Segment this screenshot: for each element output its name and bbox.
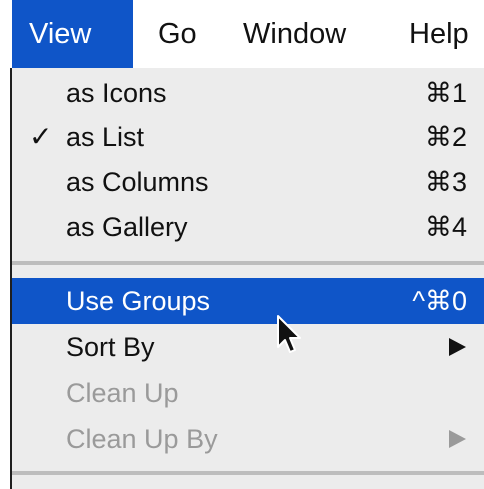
menu-item-shortcut: ^⌘0 — [412, 286, 467, 316]
menu-item-label: Sort By — [66, 332, 155, 362]
menu-separator — [12, 261, 484, 265]
menu-item-sort-by[interactable]: Sort By — [12, 324, 484, 370]
menu-item-shortcut: ⌘1 — [424, 78, 467, 108]
menu-item-as-columns[interactable]: as Columns ⌘3 — [12, 159, 484, 205]
menu-item-label: Clean Up By — [66, 424, 218, 454]
menubar-item-view[interactable]: View — [12, 0, 133, 68]
menu-separator — [12, 471, 484, 475]
menu-item-label: as Gallery — [66, 212, 188, 242]
menu-item-use-groups[interactable]: Use Groups ^⌘0 — [12, 278, 484, 324]
menubar-item-help[interactable]: Help — [409, 0, 469, 68]
arrow-cursor-icon — [277, 315, 301, 353]
triangle-right-icon — [449, 430, 466, 448]
menu-item-label: as Columns — [66, 167, 209, 197]
menubar-item-window[interactable]: Window — [243, 0, 346, 68]
menu-item-shortcut: ⌘3 — [424, 167, 467, 197]
menu-item-label: Clean Up — [66, 378, 179, 408]
menu-item-as-gallery[interactable]: as Gallery ⌘4 — [12, 204, 484, 250]
screen: View Go Window Help as Icons ⌘1 ✓ as Lis… — [0, 0, 484, 489]
menu-item-as-icons[interactable]: as Icons ⌘1 — [12, 70, 484, 116]
menu-item-label: as Icons — [66, 78, 167, 108]
menu-item-clean-up-by: Clean Up By — [12, 416, 484, 462]
menu-item-shortcut: ⌘4 — [424, 212, 467, 242]
menu-item-label: as List — [66, 122, 145, 152]
menubar-item-go[interactable]: Go — [158, 0, 197, 68]
menu-item-clean-up: Clean Up — [12, 370, 484, 416]
menu-item-as-list[interactable]: ✓ as List ⌘2 — [12, 114, 484, 160]
triangle-right-icon — [449, 338, 466, 356]
view-menu-dropdown: as Icons ⌘1 ✓ as List ⌘2 as Columns ⌘3 a… — [10, 68, 484, 489]
menu-item-shortcut: ⌘2 — [424, 122, 467, 152]
checkmark-icon: ✓ — [29, 121, 53, 152]
menu-item-label: Use Groups — [66, 286, 211, 316]
menu-bar: View Go Window Help — [0, 0, 484, 68]
